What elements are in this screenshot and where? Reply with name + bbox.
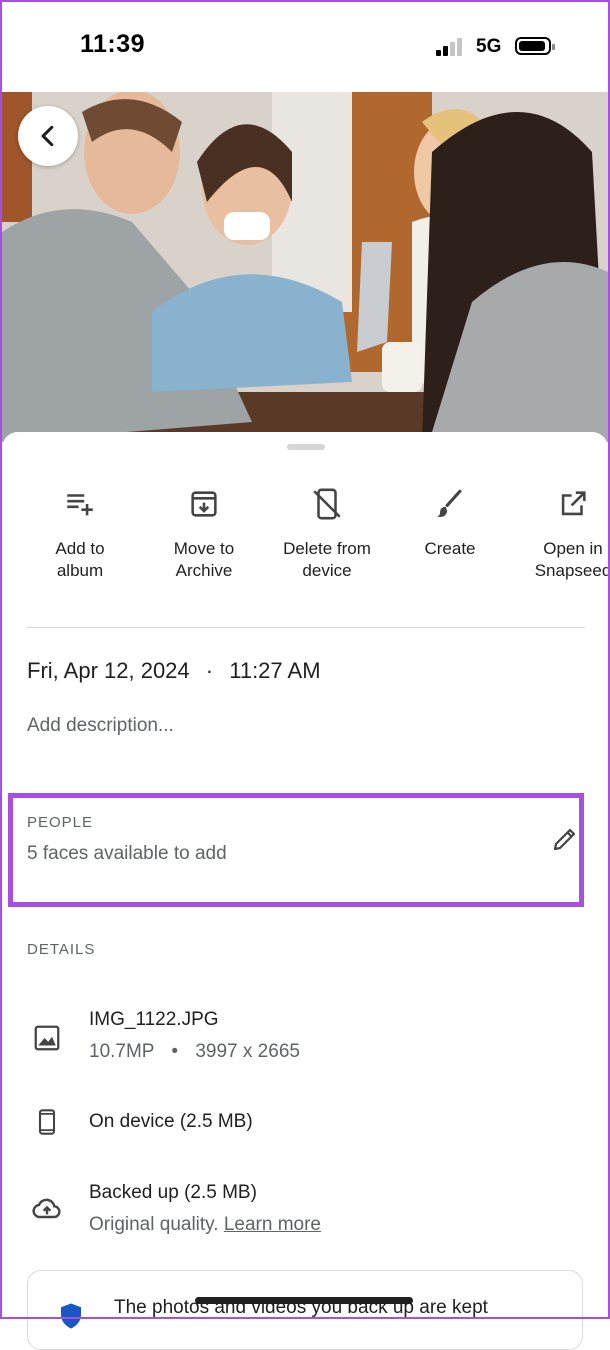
people-subtitle[interactable]: 5 faces available to add xyxy=(27,843,227,865)
battery-icon xyxy=(515,37,555,55)
learn-more-link[interactable]: Learn more xyxy=(224,1214,321,1235)
datetime-separator: · xyxy=(205,658,214,683)
storage-status: On device (2.5 MB) xyxy=(89,1111,253,1132)
create-button[interactable]: Create xyxy=(385,484,515,560)
details-heading: DETAILS xyxy=(27,941,96,958)
divider xyxy=(27,627,585,628)
open-external-icon xyxy=(561,491,586,516)
file-name: IMG_1122.JPG xyxy=(89,1009,219,1030)
photo-date: Fri, Apr 12, 2024 xyxy=(27,658,190,683)
shield-icon xyxy=(61,1303,81,1329)
delete-from-device-button[interactable]: Delete from device xyxy=(262,484,392,582)
backup-info-card: The photos and videos you back up are ke… xyxy=(27,1270,583,1350)
home-indicator[interactable] xyxy=(195,1297,413,1304)
chevron-left-icon xyxy=(41,125,54,147)
file-info-separator: • xyxy=(171,1041,179,1062)
file-resolution: 3997 x 2665 xyxy=(195,1041,300,1062)
action-row: Add to album Move to Archive Delete from… xyxy=(2,484,610,594)
description-input[interactable]: Add description... xyxy=(27,715,174,737)
back-button[interactable] xyxy=(18,106,78,166)
delete-from-device-icon xyxy=(313,488,341,520)
brush-icon xyxy=(437,489,462,517)
file-megapixels: 10.7MP xyxy=(89,1041,155,1062)
playlist-add-icon xyxy=(67,494,93,516)
add-to-album-label: Add to album xyxy=(55,539,105,580)
edit-people-button[interactable] xyxy=(548,822,582,856)
pencil-icon xyxy=(553,828,576,851)
photo-time: 11:27 AM xyxy=(229,658,321,683)
delete-from-device-label: Delete from device xyxy=(283,539,371,580)
create-label: Create xyxy=(424,539,476,558)
open-in-snapseed-label: Open in Snapseed xyxy=(534,539,610,580)
backup-quality-text: Original quality. xyxy=(89,1214,219,1235)
photo-preview[interactable] xyxy=(2,92,608,442)
people-heading: PEOPLE xyxy=(27,814,94,831)
backup-status: Backed up (2.5 MB) xyxy=(89,1182,257,1203)
signal-strength-icon xyxy=(436,38,468,56)
cloud-upload-icon xyxy=(29,1191,65,1227)
backup-quality: Original quality. Learn more xyxy=(89,1214,321,1236)
network-type: 5G xyxy=(476,36,502,57)
move-to-archive-label: Move to Archive xyxy=(173,539,235,580)
archive-icon xyxy=(191,491,217,517)
status-time: 11:39 xyxy=(80,30,146,58)
photo-info-sheet: Add to album Move to Archive Delete from… xyxy=(2,432,610,1350)
status-bar: 11:39 5G xyxy=(0,0,610,92)
file-info: 10.7MP • 3997 x 2665 xyxy=(89,1041,300,1063)
photo-datetime: Fri, Apr 12, 2024 · 11:27 AM xyxy=(27,658,321,684)
add-to-album-button[interactable]: Add to album xyxy=(15,484,145,582)
sheet-drag-handle[interactable] xyxy=(287,444,325,450)
image-icon xyxy=(29,1020,65,1056)
phone-icon xyxy=(29,1104,65,1140)
move-to-archive-button[interactable]: Move to Archive xyxy=(139,484,269,582)
open-in-snapseed-button[interactable]: Open in Snapseed xyxy=(508,484,610,582)
